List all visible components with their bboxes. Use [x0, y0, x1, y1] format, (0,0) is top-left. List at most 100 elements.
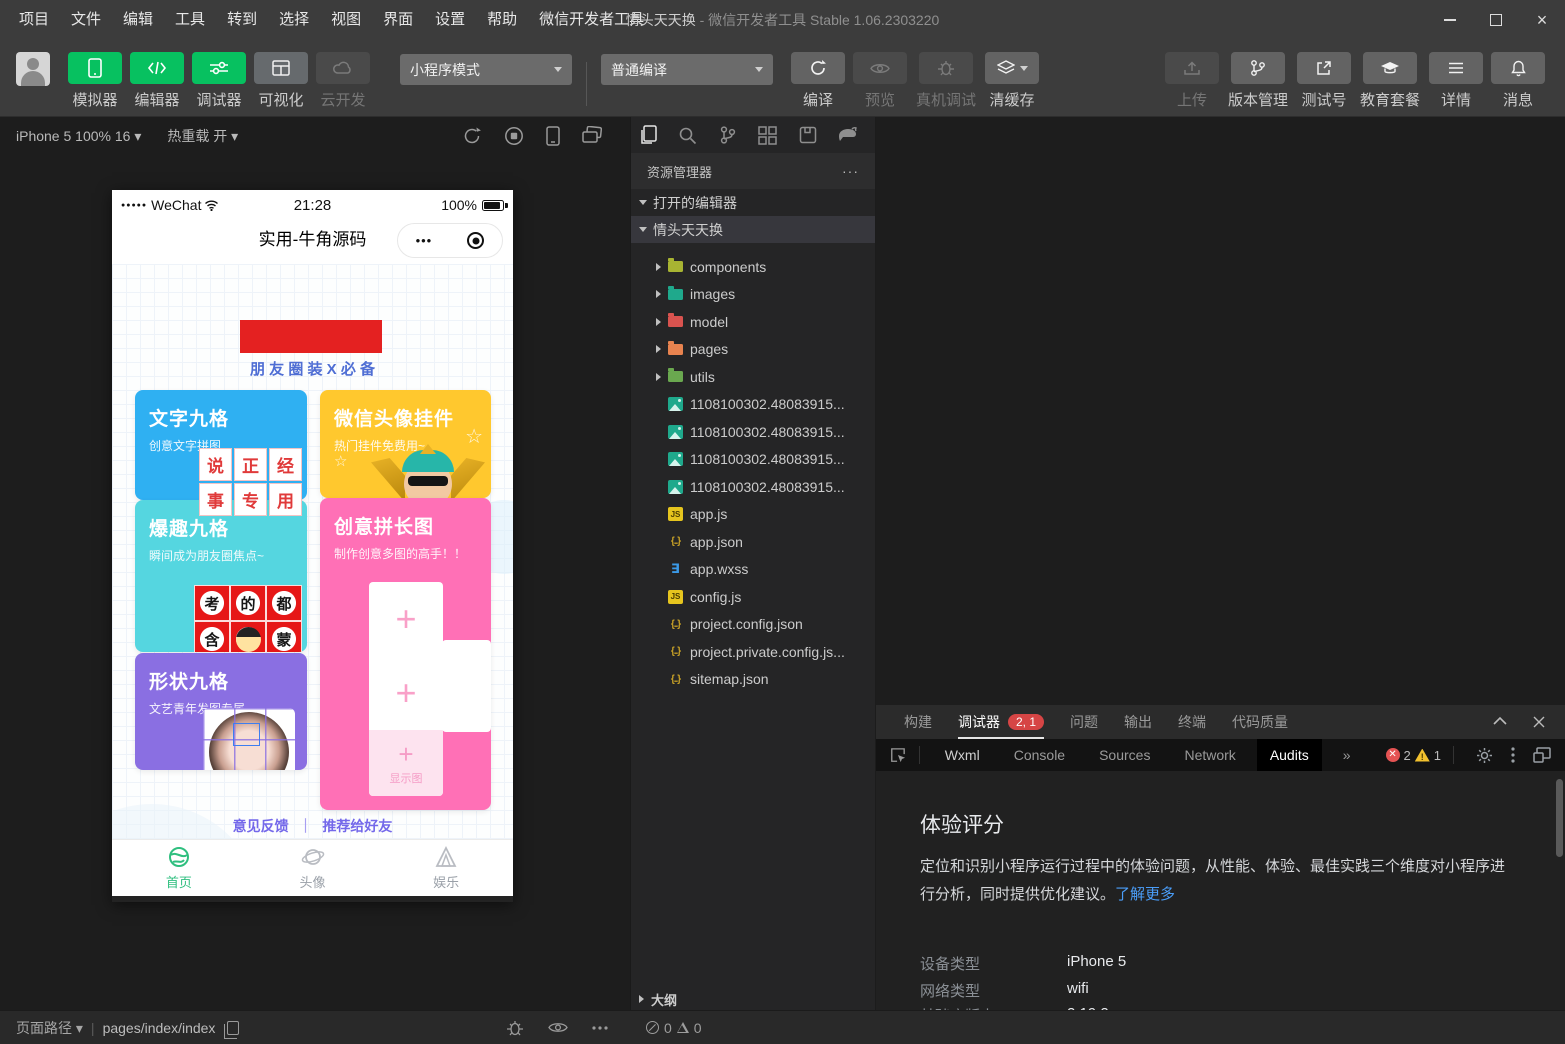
- capsule-target-icon[interactable]: [467, 232, 484, 249]
- project-root-item[interactable]: 情头天天换: [631, 216, 875, 243]
- tree-file-configjs[interactable]: JSconfig.js: [631, 583, 875, 611]
- scrollbar-thumb[interactable]: [1556, 779, 1563, 857]
- source-control-icon[interactable]: [717, 125, 738, 146]
- collapse-up-icon[interactable]: [1493, 716, 1507, 725]
- visibility-icon[interactable]: [548, 1021, 568, 1034]
- card-text-nine-grid[interactable]: 文字九格 创意文字拼图 说 正 经 事 专 用: [135, 390, 307, 500]
- tree-file-image[interactable]: 1108100302.48083915...: [631, 473, 875, 501]
- tab-avatar[interactable]: 头像: [246, 840, 380, 896]
- tree-folder-images[interactable]: images: [631, 281, 875, 309]
- menu-file[interactable]: 文件: [60, 0, 112, 40]
- card-long-image[interactable]: 创意拼长图 制作创意多图的高手！！ + + + 显示图: [320, 498, 491, 810]
- hot-reload-toggle[interactable]: 热重载 开 ▾: [167, 126, 238, 146]
- compile-mode-select[interactable]: 普通编译: [601, 54, 773, 85]
- devtools-tab-network[interactable]: Network: [1171, 739, 1248, 771]
- inspector-toggle-button[interactable]: 调试器: [190, 52, 248, 110]
- menu-edit[interactable]: 编辑: [112, 0, 164, 40]
- close-button[interactable]: ×: [1519, 0, 1565, 40]
- simulator-toggle-button[interactable]: 模拟器: [66, 52, 124, 110]
- kebab-menu-icon[interactable]: [1511, 747, 1515, 763]
- messages-button[interactable]: 消息: [1489, 52, 1547, 110]
- card-shape-nine-grid[interactable]: 形状九格 文艺青年发图专属: [135, 653, 307, 770]
- recommend-link[interactable]: 推荐给好友: [322, 818, 392, 834]
- tree-file-appjs[interactable]: JSapp.js: [631, 501, 875, 529]
- tree-file-image[interactable]: 1108100302.48083915...: [631, 446, 875, 474]
- page-path-selector[interactable]: 页面路径 ▾: [16, 1018, 83, 1038]
- compile-button[interactable]: 编译: [789, 52, 847, 110]
- feedback-link[interactable]: 意见反馈: [233, 818, 289, 834]
- inspect-element-icon[interactable]: [890, 746, 907, 765]
- details-button[interactable]: 详情: [1427, 52, 1485, 110]
- problems-counter[interactable]: 0 0: [646, 1020, 702, 1036]
- menu-goto[interactable]: 转到: [216, 0, 268, 40]
- maximize-button[interactable]: [1473, 0, 1519, 40]
- tree-file-appwxss[interactable]: ∃app.wxss: [631, 556, 875, 584]
- whale-icon[interactable]: [837, 125, 858, 146]
- copy-path-icon[interactable]: [227, 1021, 239, 1035]
- outline-section[interactable]: 大纲: [631, 988, 875, 1010]
- card-fun-nine-grid[interactable]: 爆趣九格 瞬间成为朋友圈焦点~ 考 的 都 含 蒙: [135, 500, 307, 652]
- tree-folder-model[interactable]: model: [631, 308, 875, 336]
- edu-suite-button[interactable]: 教育套餐: [1357, 52, 1423, 110]
- device-selector[interactable]: iPhone 5 100% 16 ▾: [16, 128, 141, 145]
- menu-interface[interactable]: 界面: [372, 0, 424, 40]
- devtools-tab-sources[interactable]: Sources: [1086, 739, 1163, 771]
- tab-terminal[interactable]: 终端: [1178, 705, 1206, 739]
- minimize-button[interactable]: [1427, 0, 1473, 40]
- test-account-button[interactable]: 测试号: [1295, 52, 1353, 110]
- vconsole-bug-icon[interactable]: [506, 1020, 524, 1036]
- more-actions-icon[interactable]: ···: [842, 163, 859, 179]
- open-editors-section[interactable]: 打开的编辑器: [631, 189, 875, 216]
- mode-select[interactable]: 小程序模式: [400, 54, 572, 85]
- device-frame-icon[interactable]: [546, 126, 560, 146]
- devtools-tab-audits[interactable]: Audits: [1257, 739, 1322, 771]
- add-image-button[interactable]: +: [369, 656, 443, 730]
- learn-more-link[interactable]: 了解更多: [1115, 886, 1175, 903]
- tab-code-quality[interactable]: 代码质量: [1232, 705, 1288, 739]
- tree-folder-components[interactable]: components: [631, 253, 875, 281]
- tree-file-image[interactable]: 1108100302.48083915...: [631, 418, 875, 446]
- tab-build[interactable]: 构建: [904, 705, 932, 739]
- preview-slot[interactable]: + 显示图: [369, 730, 443, 796]
- tab-problems[interactable]: 问题: [1070, 705, 1098, 739]
- menu-tools[interactable]: 工具: [164, 0, 216, 40]
- tab-debugger[interactable]: 调试器 2, 1: [958, 705, 1044, 739]
- tree-file-privateconfig[interactable]: {..}project.private.config.js...: [631, 638, 875, 666]
- more-dots-icon[interactable]: •••: [416, 233, 433, 248]
- tree-file-sitemap[interactable]: {..}sitemap.json: [631, 666, 875, 694]
- record-stop-icon[interactable]: [504, 126, 524, 146]
- capsule-menu[interactable]: •••: [397, 223, 503, 258]
- tree-file-image[interactable]: 1108100302.48083915...: [631, 391, 875, 419]
- menu-settings[interactable]: 设置: [424, 0, 476, 40]
- close-panel-icon[interactable]: [1533, 716, 1545, 728]
- restart-icon[interactable]: [462, 126, 482, 146]
- tree-file-projectconfig[interactable]: {..}project.config.json: [631, 611, 875, 639]
- editor-toggle-button[interactable]: 编辑器: [128, 52, 186, 110]
- ad-banner[interactable]: [240, 320, 382, 353]
- more-horizontal-icon[interactable]: [592, 1026, 608, 1030]
- menu-view[interactable]: 视图: [320, 0, 372, 40]
- tab-overflow-chevron[interactable]: »: [1330, 739, 1364, 771]
- files-icon[interactable]: [637, 125, 658, 146]
- devtools-tab-console[interactable]: Console: [1001, 739, 1078, 771]
- extensions-icon[interactable]: [757, 125, 778, 146]
- tree-folder-utils[interactable]: utils: [631, 363, 875, 391]
- multi-window-icon[interactable]: [582, 126, 602, 144]
- version-control-button[interactable]: 版本管理: [1225, 52, 1291, 110]
- plugin-icon[interactable]: [797, 125, 818, 146]
- card-avatar-widget[interactable]: 微信头像挂件 热门挂件免费用~ ☆ ☆: [320, 390, 491, 498]
- user-avatar[interactable]: [16, 52, 50, 86]
- tree-folder-pages[interactable]: pages: [631, 336, 875, 364]
- undock-icon[interactable]: [1533, 747, 1551, 763]
- console-error-count[interactable]: ✕ 2 ! 1: [1386, 748, 1441, 763]
- gear-icon[interactable]: [1476, 747, 1493, 764]
- tree-file-appjson[interactable]: {..}app.json: [631, 528, 875, 556]
- visual-toggle-button[interactable]: 可视化: [252, 52, 310, 110]
- add-image-button[interactable]: +: [369, 582, 443, 656]
- menu-select[interactable]: 选择: [268, 0, 320, 40]
- clear-cache-button[interactable]: 清缓存: [983, 52, 1041, 110]
- tab-home[interactable]: 首页: [112, 840, 246, 896]
- tab-fun[interactable]: 娱乐: [379, 840, 513, 896]
- menu-project[interactable]: 项目: [8, 0, 60, 40]
- menu-help[interactable]: 帮助: [476, 0, 528, 40]
